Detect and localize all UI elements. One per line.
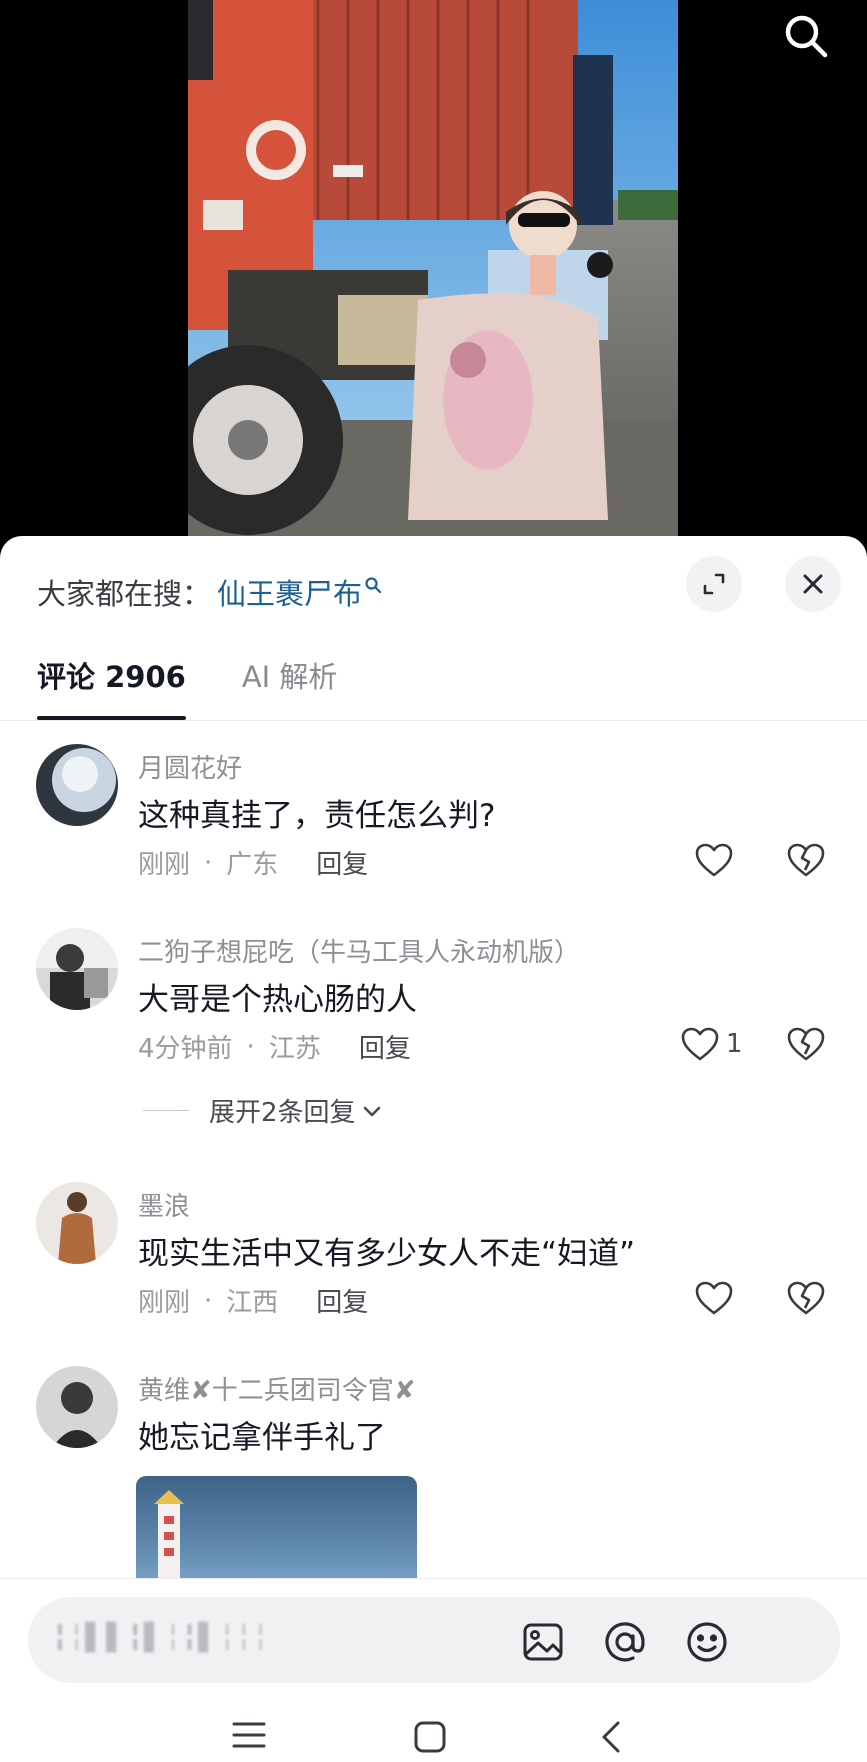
- at-icon: [605, 1622, 645, 1662]
- like-button[interactable]: [694, 842, 734, 878]
- search-icon: [785, 15, 828, 58]
- comment-location: 广东: [226, 850, 279, 880]
- system-nav-bar: [0, 1690, 867, 1762]
- comment-time: 刚刚: [138, 1288, 191, 1318]
- comment-text: 这种真挂了，责任怎么判?: [138, 798, 496, 834]
- hot-search-label: 大家都在搜：: [37, 577, 212, 611]
- back-button[interactable]: [598, 1720, 624, 1758]
- dislike-button[interactable]: [786, 1280, 826, 1320]
- heart-icon: [695, 843, 733, 877]
- avatar[interactable]: [36, 1366, 118, 1448]
- reply-button[interactable]: 回复: [316, 844, 368, 881]
- broken-heart-icon: [787, 1027, 825, 1061]
- comment-username[interactable]: 黄维✘十二兵团司令官✘: [138, 1370, 416, 1407]
- comment-item: 二狗子想屁吃（牛马工具人永动机版） 大哥是个热心肠的人 4分钟前 · 江苏 回复…: [0, 928, 867, 1168]
- chevron-down-icon: [363, 1106, 380, 1116]
- comment-item: 黄维✘十二兵团司令官✘ 她忘记拿伴手礼了: [0, 1366, 867, 1586]
- video-player[interactable]: [0, 0, 867, 560]
- avatar[interactable]: [36, 928, 118, 1010]
- comment-text: 大哥是个热心肠的人: [138, 982, 417, 1018]
- broken-heart-icon: [787, 1281, 825, 1315]
- back-icon: [602, 1721, 620, 1753]
- image-button[interactable]: [520, 1619, 566, 1665]
- meta-separator: ·: [204, 847, 213, 878]
- comment-location: 江苏: [268, 1034, 321, 1064]
- tabs-divider: [0, 720, 867, 721]
- hot-search-keyword[interactable]: 仙王裹尸布: [217, 571, 362, 613]
- expand-button[interactable]: [686, 556, 742, 612]
- like-count: 1: [726, 1029, 743, 1059]
- close-icon: [803, 574, 823, 594]
- expand-replies-label: 展开2条回复: [209, 1098, 356, 1128]
- comment-item: 月圆花好 这种真挂了，责任怎么判? 刚刚 · 广东 回复: [0, 744, 867, 914]
- emoji-icon: [687, 1622, 727, 1662]
- comment-time: 4分钟前: [138, 1034, 233, 1064]
- expand-icon: [703, 573, 725, 595]
- meta-separator: ·: [204, 1285, 213, 1316]
- reply-button[interactable]: 回复: [359, 1028, 411, 1065]
- menu-icon: [232, 1722, 266, 1748]
- hot-search-bar[interactable]: 大家都在搜： 仙王裹尸布: [37, 566, 382, 618]
- comment-item: 墨浪 现实生活中又有多少女人不走“妇道” 刚刚 · 江西 回复: [0, 1182, 867, 1352]
- comment-meta: 4分钟前 · 江苏 回复: [138, 1028, 411, 1065]
- comment-tabs: 评论 2906 AI 解析: [37, 654, 393, 720]
- expand-replies-button[interactable]: 展开2条回复: [143, 1092, 384, 1129]
- close-button[interactable]: [785, 556, 841, 612]
- divider-line: [143, 1110, 189, 1111]
- meta-separator: ·: [246, 1031, 255, 1062]
- comment-username[interactable]: 二狗子想屁吃（牛马工具人永动机版）: [138, 932, 580, 969]
- comment-image[interactable]: [136, 1476, 417, 1586]
- search-icon: [365, 577, 382, 594]
- video-frame[interactable]: [188, 0, 678, 540]
- like-button[interactable]: 1: [680, 1026, 743, 1062]
- comment-sheet: 大家都在搜： 仙王裹尸布 评论 2906 AI 解析 月圆花好 这种真挂了，责任…: [0, 536, 867, 1762]
- comment-location: 江西: [226, 1288, 279, 1318]
- avatar[interactable]: [36, 744, 118, 826]
- comment-username[interactable]: 墨浪: [138, 1186, 190, 1223]
- tab-ai-analysis[interactable]: AI 解析: [242, 654, 338, 714]
- comment-input-bar: ╏╎▌▌╏▌╎╏▌╎╎╎: [0, 1578, 867, 1690]
- comment-username[interactable]: 月圆花好: [138, 748, 242, 785]
- comment-time: 刚刚: [138, 850, 191, 880]
- comment-input[interactable]: ╏╎▌▌╏▌╎╏▌╎╎╎: [28, 1597, 840, 1683]
- avatar[interactable]: [36, 1182, 118, 1264]
- comment-text: 现实生活中又有多少女人不走“妇道”: [138, 1236, 636, 1272]
- comment-meta: 刚刚 · 江西 回复: [138, 1282, 368, 1319]
- tab-comments[interactable]: 评论 2906: [37, 654, 186, 720]
- broken-heart-icon: [787, 843, 825, 877]
- heart-icon: [681, 1027, 719, 1061]
- heart-icon: [695, 1281, 733, 1315]
- dislike-button[interactable]: [786, 1026, 826, 1066]
- comment-meta: 刚刚 · 广东 回复: [138, 844, 368, 881]
- reply-button[interactable]: 回复: [316, 1282, 368, 1319]
- comment-text: 她忘记拿伴手礼了: [138, 1420, 386, 1456]
- menu-button[interactable]: [232, 1720, 266, 1754]
- dislike-button[interactable]: [786, 842, 826, 882]
- input-placeholder: ╏╎▌▌╏▌╎╏▌╎╎╎: [52, 1623, 270, 1653]
- mention-button[interactable]: [602, 1619, 648, 1665]
- search-button[interactable]: [778, 8, 834, 64]
- image-icon: [523, 1623, 563, 1661]
- like-button[interactable]: [694, 1280, 734, 1316]
- emoji-button[interactable]: [684, 1619, 730, 1665]
- home-button[interactable]: [413, 1720, 447, 1758]
- home-square-icon: [414, 1721, 446, 1753]
